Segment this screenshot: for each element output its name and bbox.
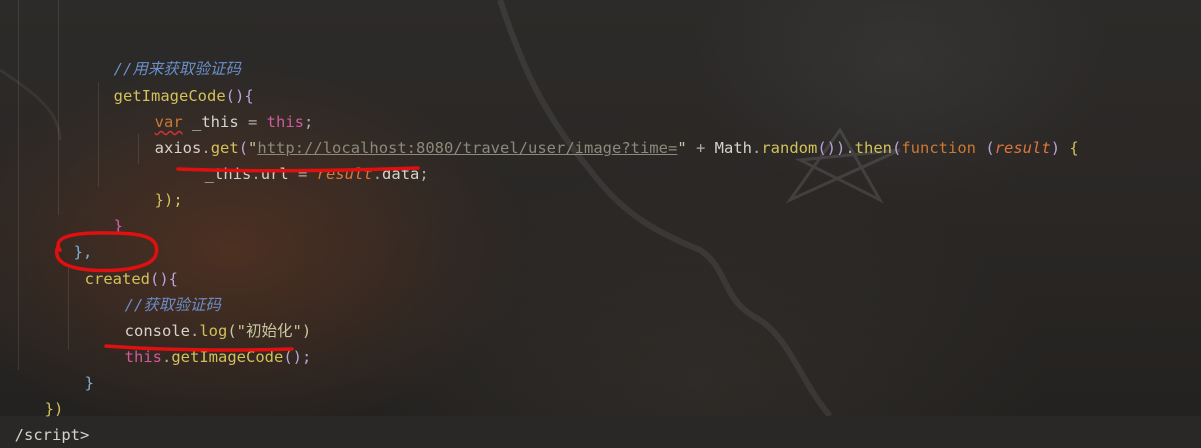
annotation-layer	[55, 166, 420, 352]
annotation-circle	[55, 231, 159, 273]
annotation-underline	[104, 344, 294, 352]
script-close-tag: /script>	[14, 426, 90, 444]
annotation-underline	[176, 166, 420, 173]
